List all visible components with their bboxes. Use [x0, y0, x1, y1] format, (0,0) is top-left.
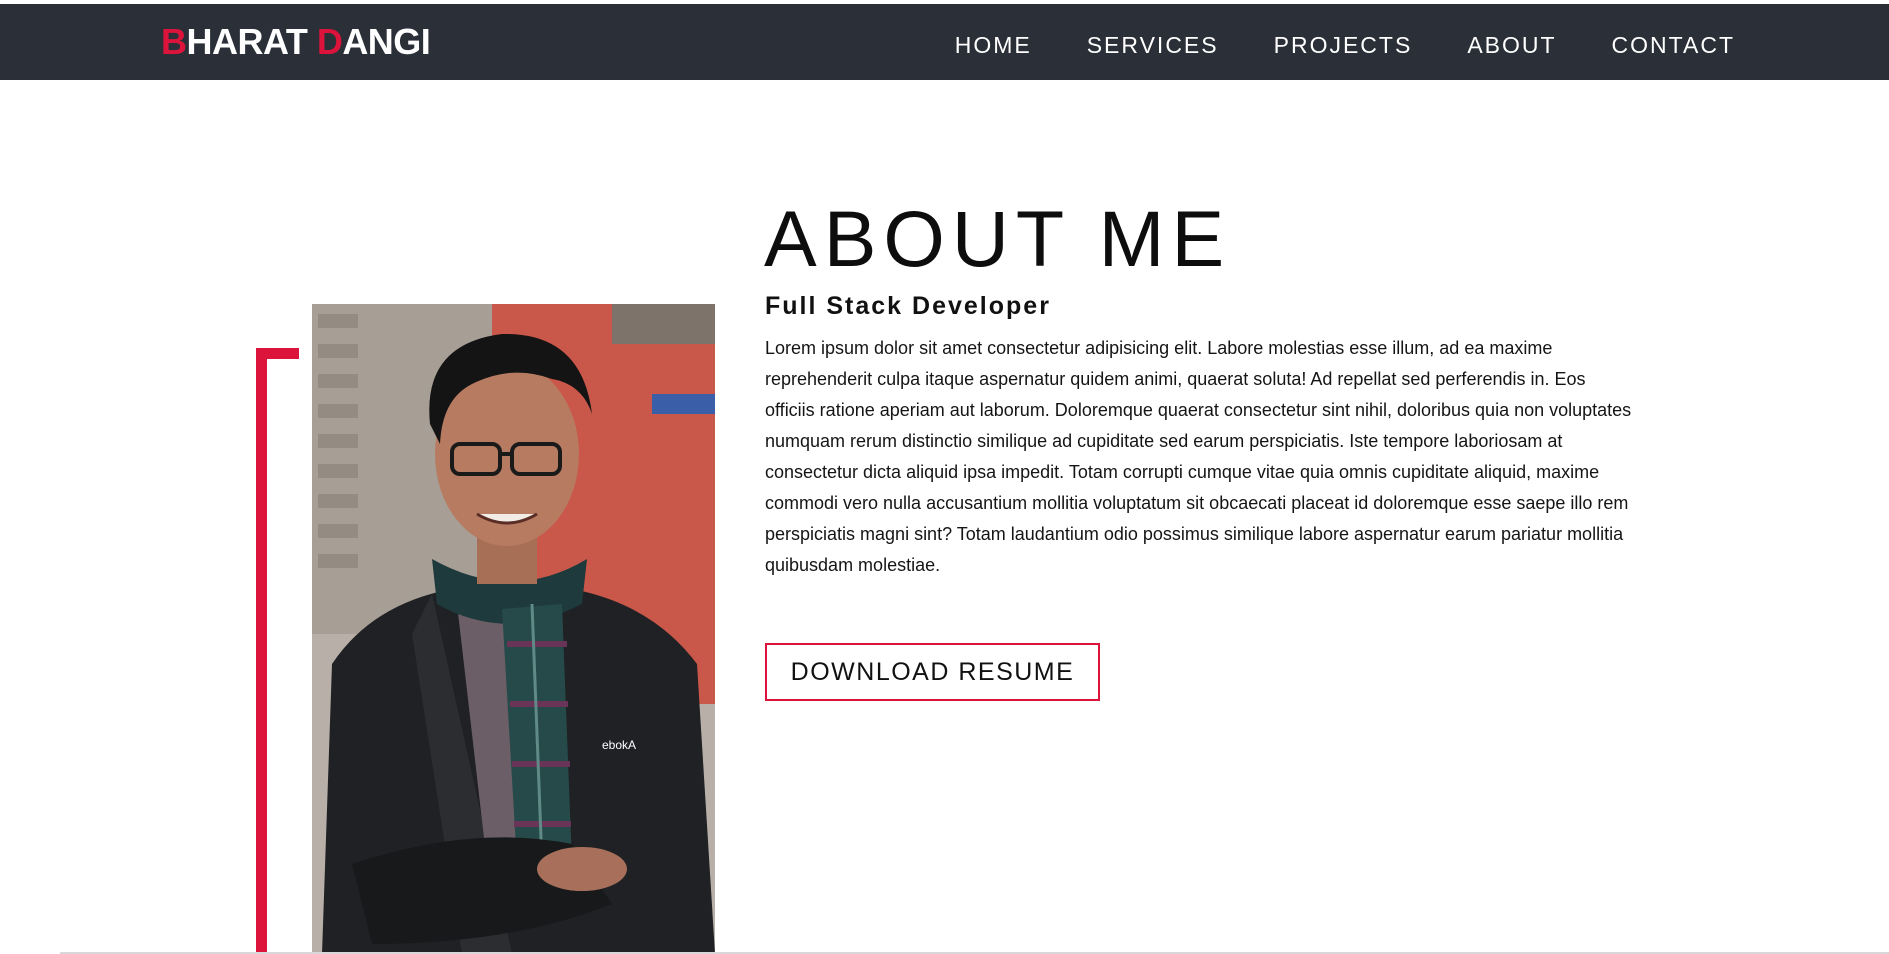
brand-initial-first: B [161, 21, 187, 62]
decorative-bracket-top [256, 348, 299, 359]
brand-first-name: HARAT [186, 21, 317, 62]
brand-logo[interactable]: BHARAT DANGI [161, 21, 431, 62]
about-subtitle: Full Stack Developer [765, 292, 1051, 320]
nav-link-services[interactable]: SERVICES [1087, 31, 1219, 59]
nav-link-about[interactable]: ABOUT [1467, 31, 1556, 59]
profile-photo: ebokA [312, 304, 715, 954]
nav-link-home[interactable]: HOME [955, 31, 1032, 59]
brand-last-name: ANGI [342, 21, 431, 62]
brand-initial-last: D [316, 21, 343, 62]
svg-text:ebokA: ebokA [602, 738, 636, 752]
nav-menu: HOME SERVICES PROJECTS ABOUT CONTACT [955, 31, 1735, 59]
page-title: ABOUT ME [764, 194, 1232, 283]
nav-link-contact[interactable]: CONTACT [1612, 31, 1735, 59]
decorative-bracket-vertical [256, 348, 267, 954]
navbar: BHARAT DANGI HOME SERVICES PROJECTS ABOU… [0, 4, 1889, 80]
nav-link-projects[interactable]: PROJECTS [1274, 31, 1413, 59]
about-description: Lorem ipsum dolor sit amet consectetur a… [765, 338, 1632, 575]
download-resume-button[interactable]: DOWNLOAD RESUME [765, 643, 1100, 701]
